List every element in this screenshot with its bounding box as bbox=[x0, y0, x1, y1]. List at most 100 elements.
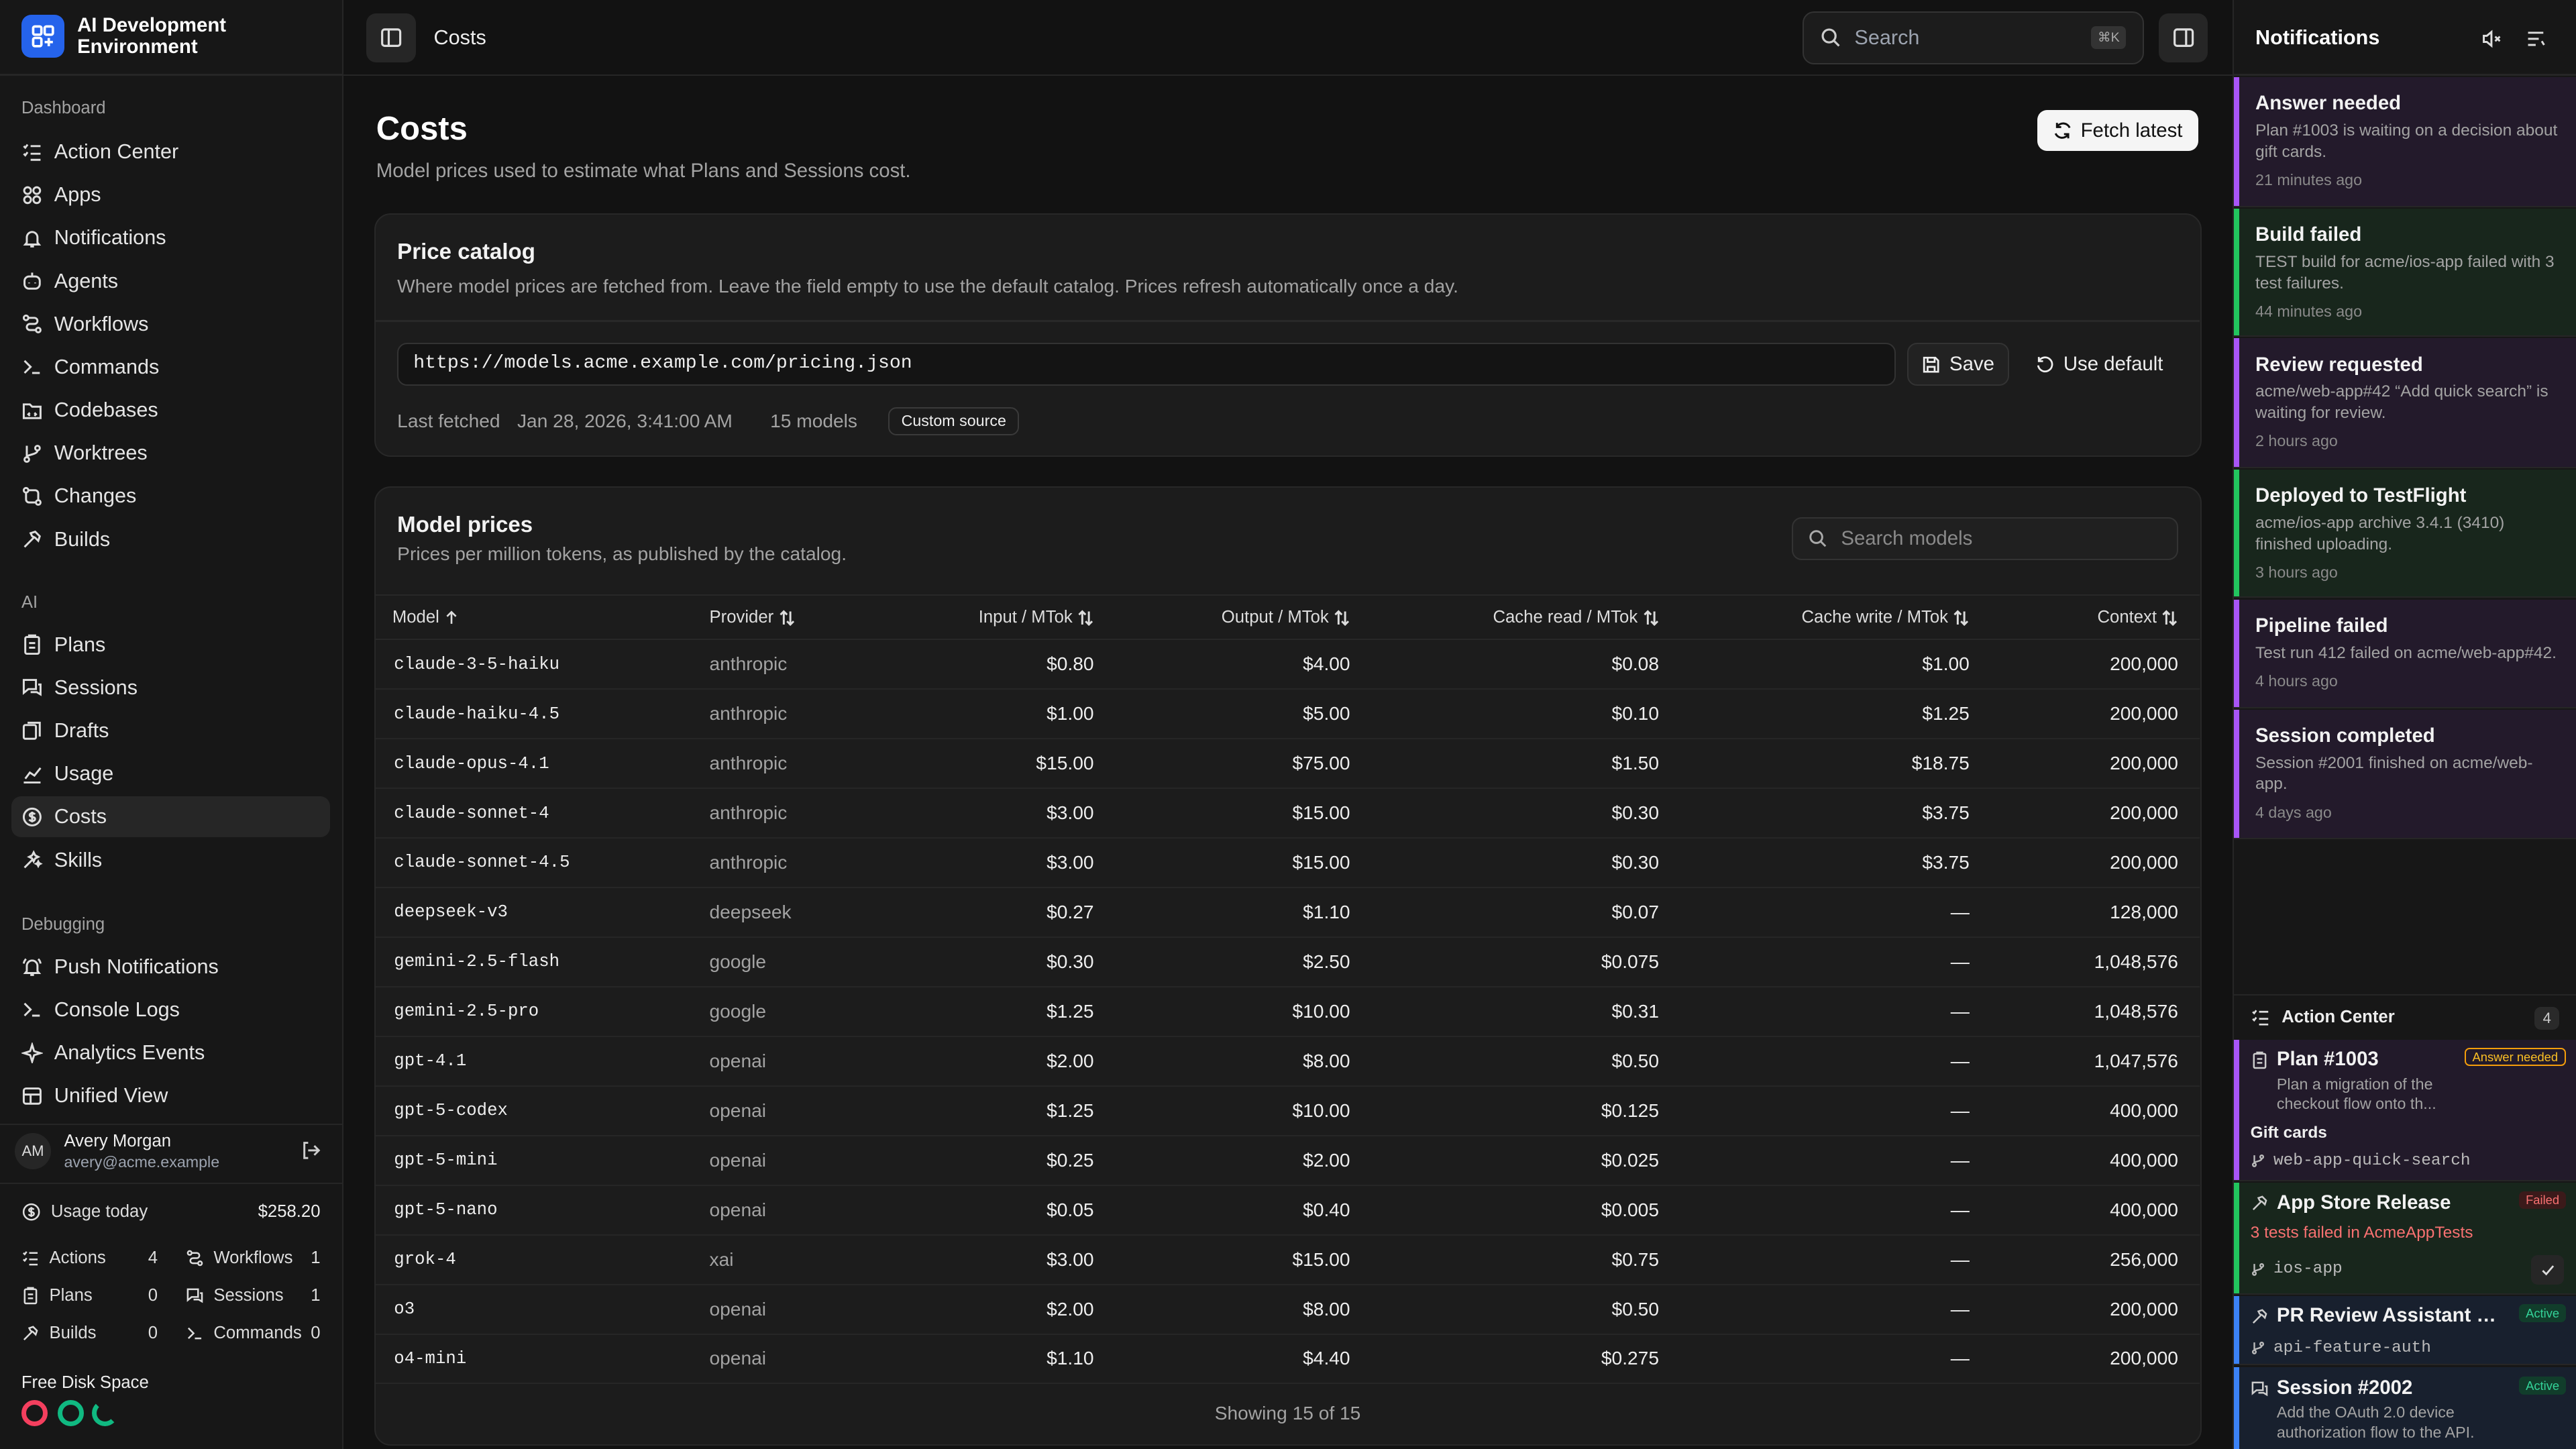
table-cell: $0.08 bbox=[1363, 639, 1674, 690]
table-cell: — bbox=[1674, 1284, 1994, 1335]
action-item-pr-review[interactable]: PR Review Assistant #4... Active api-fea… bbox=[2234, 1296, 2576, 1366]
table-row[interactable]: gpt-5-nano openai $0.05 $0.40 $0.005—400,000 bbox=[376, 1185, 2200, 1236]
table-cell: $1.10 bbox=[1104, 887, 1364, 938]
sidebar-item-worktrees[interactable]: Worktrees bbox=[11, 433, 330, 474]
save-button[interactable]: Save bbox=[1907, 343, 2009, 386]
action-item-plan[interactable]: Plan #1003 Answer needed Plan a migratio… bbox=[2234, 1040, 2576, 1181]
sidebar-item-apps[interactable]: Apps bbox=[11, 174, 330, 215]
user-email: avery@acme.example bbox=[64, 1152, 220, 1171]
save-label: Save bbox=[1949, 353, 1994, 376]
sidebar-item-analytics-events[interactable]: Analytics Events bbox=[11, 1032, 330, 1073]
avatar: AM bbox=[15, 1133, 51, 1170]
search-models-placeholder: Search models bbox=[1841, 527, 1973, 549]
status-bar bbox=[2234, 1366, 2239, 1449]
table-row[interactable]: claude-haiku-4.5 anthropic $1.00 $5.00 $0.10… bbox=[376, 689, 2200, 740]
status-bar bbox=[2234, 1040, 2239, 1180]
toggle-sidebar-button[interactable] bbox=[366, 13, 416, 63]
sidebar-item-sessions[interactable]: Sessions bbox=[11, 667, 330, 708]
sidebar-item-commands[interactable]: Commands bbox=[11, 347, 330, 388]
table-row[interactable]: gemini-2.5-pro google $1.25 $10.00 $0.31—1,0… bbox=[376, 986, 2200, 1037]
global-search-input[interactable]: Search ⌘K bbox=[1802, 11, 2144, 64]
catalog-url-input[interactable]: https://models.acme.example.com/pricing.… bbox=[397, 343, 1896, 386]
notification-item[interactable]: Pipeline failed Test run 412 failed on ac… bbox=[2234, 599, 2576, 708]
column-header-provider[interactable]: Provider bbox=[693, 594, 890, 641]
sidebar-item-agents[interactable]: Agents bbox=[11, 260, 330, 301]
sidebar-item-notifications[interactable]: Notifications bbox=[11, 217, 330, 258]
table-cell: $1.25 bbox=[890, 1085, 1104, 1136]
stat-plans[interactable]: Plans bbox=[21, 1286, 93, 1305]
stat-workflows[interactable]: Workflows bbox=[186, 1248, 292, 1268]
fetch-latest-label: Fetch latest bbox=[2080, 119, 2183, 142]
column-header-input-mtok[interactable]: Input / MTok bbox=[890, 594, 1104, 641]
divider bbox=[2234, 74, 2576, 76]
sidebar-item-drafts[interactable]: Drafts bbox=[11, 710, 330, 751]
sidebar-item-console-logs[interactable]: Console Logs bbox=[11, 989, 330, 1030]
table-row[interactable]: gemini-2.5-flash google $0.30 $2.50 $0.075—1… bbox=[376, 936, 2200, 987]
table-cell: anthropic bbox=[693, 739, 890, 790]
notification-title: Session completed bbox=[2255, 724, 2435, 747]
app-logo-icon bbox=[21, 15, 64, 58]
sidebar-item-costs[interactable]: Costs bbox=[11, 796, 331, 838]
notification-time: 4 hours ago bbox=[2255, 672, 2338, 690]
notification-item[interactable]: Answer needed Plan #1003 is waiting on a … bbox=[2234, 77, 2576, 207]
notification-body: acme/ios-app archive 3.4.1 (3410) finish… bbox=[2255, 514, 2505, 553]
status-bar bbox=[2234, 709, 2239, 839]
brand[interactable]: AI Development Environment bbox=[21, 15, 258, 58]
sidebar-item-skills[interactable]: Skills bbox=[11, 839, 330, 880]
sidebar-item-push-notifications[interactable]: Push Notifications bbox=[11, 947, 330, 987]
stat-commands[interactable]: Commands bbox=[186, 1324, 302, 1343]
stat-sessions[interactable]: Sessions bbox=[186, 1286, 284, 1305]
user-profile[interactable]: AM Avery Morgan avery@acme.example bbox=[0, 1124, 343, 1181]
notification-item[interactable]: Deployed to TestFlight acme/ios-app archi… bbox=[2234, 470, 2576, 598]
table-row[interactable]: gpt-5-mini openai $0.25 $2.00 $0.025—400,000 bbox=[376, 1135, 2200, 1186]
sidebar-item-builds[interactable]: Builds bbox=[11, 519, 330, 559]
table-row[interactable]: grok-4 xai $3.00 $15.00 $0.75—256,000 bbox=[376, 1234, 2200, 1285]
notification-item[interactable]: Build failed TEST build for acme/ios-app … bbox=[2234, 209, 2576, 337]
toggle-panel-button[interactable] bbox=[2158, 13, 2208, 63]
table-row[interactable]: o3 openai $2.00 $8.00 $0.50—200,000 bbox=[376, 1284, 2200, 1335]
list-filter-icon[interactable] bbox=[2525, 28, 2546, 50]
table-row[interactable]: claude-3-5-haiku anthropic $0.80 $4.00 $0.08… bbox=[376, 639, 2200, 690]
column-header-cache-write-mtok[interactable]: Cache write / MTok bbox=[1674, 594, 1994, 641]
table-cell: o3 bbox=[376, 1284, 693, 1335]
table-row[interactable]: gpt-5-codex openai $1.25 $10.00 $0.125—400,0… bbox=[376, 1085, 2200, 1136]
table-cell: google bbox=[693, 936, 890, 987]
table-row[interactable]: claude-sonnet-4 anthropic $3.00 $15.00 $0.30… bbox=[376, 788, 2200, 839]
sidebar-item-plans[interactable]: Plans bbox=[11, 625, 330, 665]
table-row[interactable]: o4-mini openai $1.10 $4.40 $0.275—200,000 bbox=[376, 1334, 2200, 1385]
sidebar-item-action-center[interactable]: Action Center bbox=[11, 131, 330, 172]
use-default-button[interactable]: Use default bbox=[2024, 343, 2175, 386]
notification-title: Deployed to TestFlight bbox=[2255, 484, 2467, 507]
table-row[interactable]: deepseek-v3 deepseek $0.27 $1.10 $0.07—128,0… bbox=[376, 887, 2200, 938]
column-header-output-mtok[interactable]: Output / MTok bbox=[1104, 594, 1364, 641]
stat-actions[interactable]: Actions bbox=[21, 1248, 106, 1268]
column-header-model[interactable]: Model bbox=[376, 594, 693, 641]
table-cell: $18.75 bbox=[1674, 739, 1994, 790]
sidebar-item-usage[interactable]: Usage bbox=[11, 753, 330, 794]
sidebar-item-workflows[interactable]: Workflows bbox=[11, 304, 330, 345]
mute-icon[interactable] bbox=[2481, 28, 2502, 50]
sidebar-item-codebases[interactable]: Codebases bbox=[11, 390, 330, 431]
logout-icon[interactable] bbox=[301, 1140, 322, 1161]
search-models-input[interactable]: Search models bbox=[1792, 517, 2178, 560]
sidebar-item-unified-view[interactable]: Unified View bbox=[11, 1075, 330, 1116]
column-header-cache-read-mtok[interactable]: Cache read / MTok bbox=[1363, 594, 1674, 641]
fetch-latest-button[interactable]: Fetch latest bbox=[2037, 110, 2198, 152]
table-cell: 400,000 bbox=[1994, 1185, 2200, 1236]
status-badge: Active bbox=[2519, 1377, 2566, 1395]
column-header-context[interactable]: Context bbox=[1994, 594, 2200, 641]
table-row[interactable]: claude-opus-4.1 anthropic $15.00 $75.00 $1.5… bbox=[376, 739, 2200, 790]
table-cell: 200,000 bbox=[1994, 837, 2200, 888]
sidebar-item-changes[interactable]: Changes bbox=[11, 476, 330, 517]
table-cell: $2.00 bbox=[890, 1284, 1104, 1335]
clipboard-icon bbox=[24, 635, 40, 655]
notification-item[interactable]: Session completed Session #2001 finished … bbox=[2234, 709, 2576, 840]
action-item-session[interactable]: Session #2002 Active Add the OAuth 2.0 d… bbox=[2234, 1366, 2576, 1449]
stat-builds[interactable]: Builds bbox=[21, 1324, 96, 1343]
approve-button[interactable] bbox=[2531, 1255, 2565, 1285]
table-row[interactable]: claude-sonnet-4.5 anthropic $3.00 $15.00 $0.… bbox=[376, 837, 2200, 888]
table-row[interactable]: gpt-4.1 openai $2.00 $8.00 $0.50—1,047,576 bbox=[376, 1036, 2200, 1087]
action-item-app-store-release[interactable]: App Store Release Failed 3 tests failed … bbox=[2234, 1183, 2576, 1295]
branch-name: api-feature-auth bbox=[2273, 1338, 2431, 1357]
notification-item[interactable]: Review requested acme/web-app#42 “Add qui… bbox=[2234, 338, 2576, 468]
